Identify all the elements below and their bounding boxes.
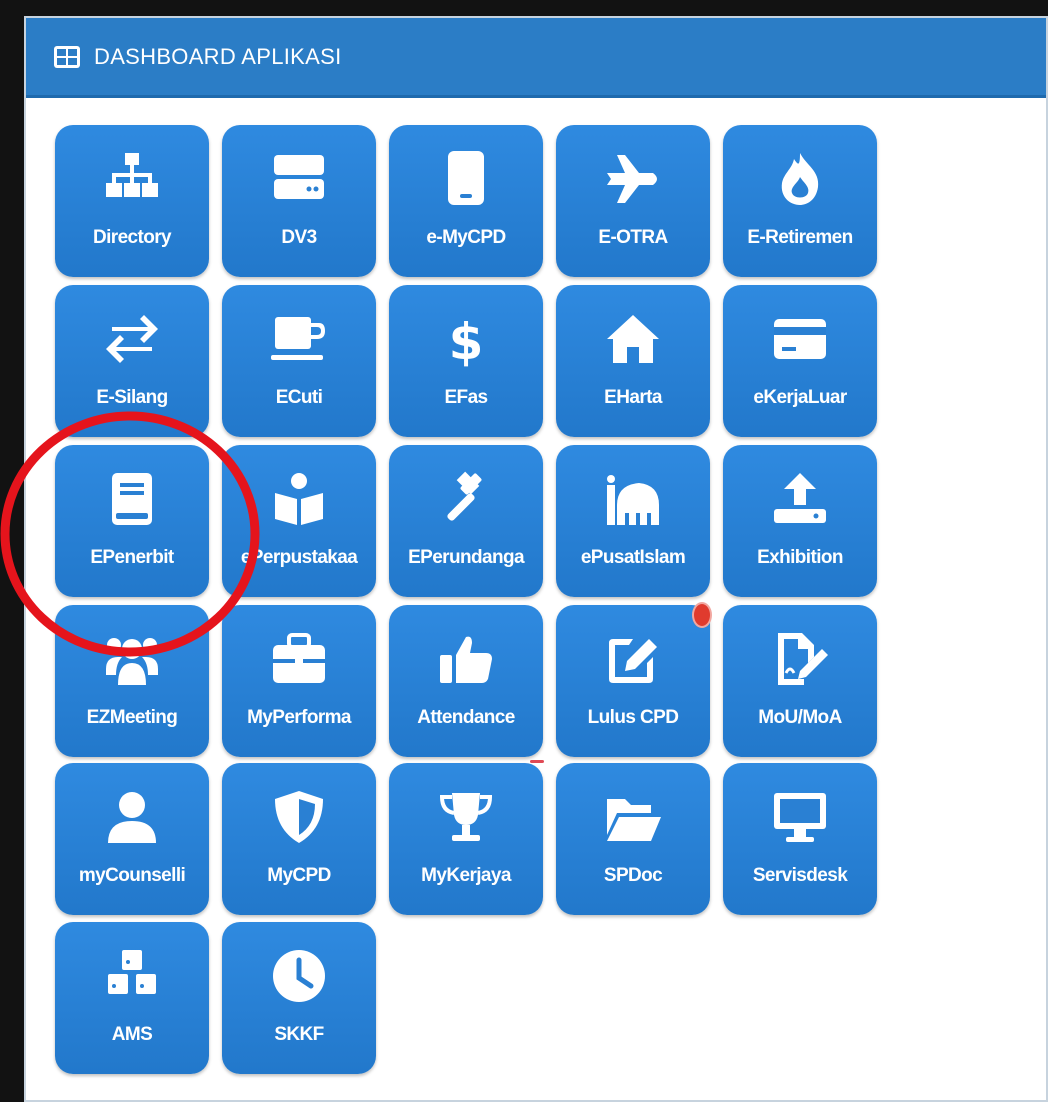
plane-icon bbox=[607, 155, 657, 203]
th-large-icon bbox=[54, 45, 80, 68]
app-tile-e-retiremen[interactable]: E-Retiremen bbox=[723, 125, 877, 277]
app-tile-directory[interactable]: Directory bbox=[55, 125, 209, 277]
app-tile-exhibition[interactable]: Exhibition bbox=[723, 445, 877, 597]
app-tile-label: Attendance bbox=[417, 707, 515, 728]
app-tile-skkf[interactable]: SKKF bbox=[222, 922, 376, 1074]
file-signature-icon bbox=[778, 633, 828, 685]
book-reader-icon bbox=[275, 473, 323, 525]
app-tile-e-silang[interactable]: E-Silang bbox=[55, 285, 209, 437]
fire-icon bbox=[781, 153, 819, 205]
app-tile-label: AMS bbox=[111, 1024, 153, 1045]
app-tile-eperundanga[interactable]: EPerundanga bbox=[389, 445, 543, 597]
user-icon bbox=[108, 792, 156, 843]
home-icon bbox=[607, 315, 659, 363]
clock-icon bbox=[273, 950, 325, 1002]
app-tile-label: ePusatIslam bbox=[580, 547, 686, 568]
app-tile-label: EPerundanga bbox=[408, 547, 524, 568]
mosque-icon bbox=[607, 475, 659, 525]
app-tile-mycpd[interactable]: MyCPD bbox=[222, 763, 376, 915]
app-tile-label: e-MyCPD bbox=[426, 227, 506, 248]
edit-icon bbox=[609, 639, 657, 683]
app-tile-lulus-cpd[interactable]: Lulus CPD bbox=[556, 605, 710, 757]
app-tile-epusatislam[interactable]: ePusatIslam bbox=[556, 445, 710, 597]
app-tile-attendance[interactable]: Attendance bbox=[389, 605, 543, 757]
tablet-icon bbox=[448, 151, 484, 205]
red-mark bbox=[530, 760, 544, 763]
app-tile-label: EFas bbox=[444, 387, 488, 408]
app-tile-eperpustakaa[interactable]: ePerpustakaa bbox=[222, 445, 376, 597]
app-tile-label: EHarta bbox=[604, 387, 662, 408]
app-tile-label: E-Silang bbox=[96, 387, 168, 408]
app-tile-label: MyKerjaya bbox=[421, 865, 511, 886]
exchange-icon bbox=[106, 315, 158, 363]
dollar-icon: $ bbox=[449, 313, 484, 367]
app-tile-label: E-OTRA bbox=[598, 227, 668, 248]
app-tile-label: MoU/MoA bbox=[758, 707, 842, 728]
credit-card-icon bbox=[774, 319, 826, 359]
app-tile-myperforma[interactable]: MyPerforma bbox=[222, 605, 376, 757]
app-tile-label: eKerjaLuar bbox=[753, 387, 847, 408]
notification-badge bbox=[692, 602, 712, 628]
app-tile-mykerjaya[interactable]: MyKerjaya bbox=[389, 763, 543, 915]
coffee-icon bbox=[271, 317, 325, 360]
panel-header: DASHBOARD APLIKASI bbox=[26, 18, 1046, 98]
app-tile-label: Servisdesk bbox=[752, 865, 848, 886]
shield-icon bbox=[275, 791, 323, 843]
desktop-icon bbox=[774, 793, 826, 842]
app-tile-efas[interactable]: $ EFas bbox=[389, 285, 543, 437]
app-tile-e-mycpd[interactable]: e-MyCPD bbox=[389, 125, 543, 277]
app-tile-label: Directory bbox=[92, 227, 172, 248]
app-tile-label: Exhibition bbox=[757, 547, 843, 568]
app-tile-ecuti[interactable]: ECuti bbox=[222, 285, 376, 437]
page-title: DASHBOARD APLIKASI bbox=[94, 43, 342, 69]
folder-open-icon bbox=[607, 799, 661, 841]
app-tile-ezmeeting[interactable]: EZMeeting bbox=[55, 605, 209, 757]
app-tile-label: myCounselli bbox=[78, 865, 186, 886]
app-tile-label: Lulus CPD bbox=[587, 707, 679, 728]
app-tile-label: EZMeeting bbox=[86, 707, 178, 728]
app-tile-ams[interactable]: AMS bbox=[55, 922, 209, 1074]
gavel-icon bbox=[447, 471, 482, 521]
app-tile-label: ePerpustakaa bbox=[240, 547, 358, 568]
app-tile-e-otra[interactable]: E-OTRA bbox=[556, 125, 710, 277]
trophy-icon bbox=[439, 793, 493, 841]
book-icon bbox=[112, 473, 152, 525]
server-icon bbox=[274, 155, 324, 199]
app-tile-ekerjaluar[interactable]: eKerjaLuar bbox=[723, 285, 877, 437]
cubes-icon bbox=[108, 950, 156, 994]
app-tile-label: SPDoc bbox=[603, 865, 663, 886]
app-tile-label: ECuti bbox=[275, 387, 323, 408]
app-tile-eharta[interactable]: EHarta bbox=[556, 285, 710, 437]
briefcase-icon bbox=[273, 633, 325, 683]
sitemap-icon bbox=[106, 153, 158, 197]
app-tile-label: SKKF bbox=[274, 1024, 324, 1045]
app-tile-label: MyCPD bbox=[267, 865, 331, 886]
app-tile-mycounselli[interactable]: myCounselli bbox=[55, 763, 209, 915]
app-tile-epenerbit[interactable]: EPenerbit bbox=[55, 445, 209, 597]
app-tile-label: EPenerbit bbox=[90, 547, 174, 568]
app-tile-spdoc[interactable]: SPDoc bbox=[556, 763, 710, 915]
app-tile-mou-moa[interactable]: MoU/MoA bbox=[723, 605, 877, 757]
app-tile-servisdesk[interactable]: Servisdesk bbox=[723, 763, 877, 915]
app-tile-label: E-Retiremen bbox=[747, 227, 853, 248]
thumbs-up-icon bbox=[440, 636, 492, 683]
app-tile-label: DV3 bbox=[281, 227, 317, 248]
svg-text:$: $ bbox=[449, 313, 484, 367]
users-icon bbox=[106, 638, 158, 685]
upload-icon bbox=[774, 473, 826, 523]
app-tile-dv3[interactable]: DV3 bbox=[222, 125, 376, 277]
app-tile-label: MyPerforma bbox=[247, 707, 351, 728]
